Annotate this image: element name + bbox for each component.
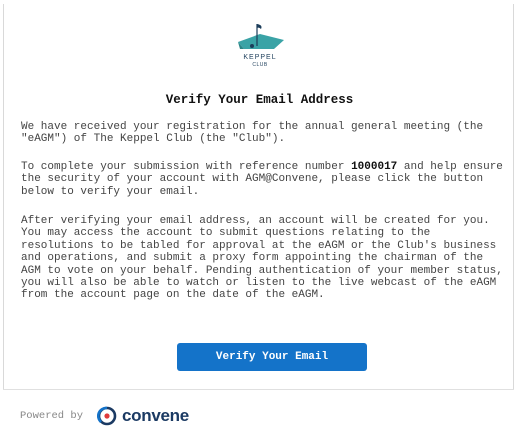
convene-logo-icon xyxy=(97,406,117,426)
convene-brand-text: convene xyxy=(122,406,189,425)
convene-brand[interactable]: convene xyxy=(97,406,189,426)
keppel-club-logo: KEPPEL CLUB xyxy=(238,24,284,68)
footer-divider xyxy=(3,389,514,390)
verify-email-button[interactable]: Verify Your Email xyxy=(177,343,367,371)
powered-by-label: Powered by xyxy=(20,410,84,422)
logo-line2: CLUB xyxy=(252,62,268,68)
logo-line1: KEPPEL xyxy=(243,54,276,61)
account-info-paragraph: After verifying your email address, an a… xyxy=(21,215,503,302)
email-heading: Verify Your Email Address xyxy=(165,93,354,107)
instruction-prefix: To complete your submission with referen… xyxy=(21,161,352,173)
email-card: KEPPEL CLUB Verify Your Email Address We… xyxy=(3,4,514,389)
intro-paragraph: We have received your registration for t… xyxy=(21,121,484,146)
instruction-paragraph: To complete your submission with referen… xyxy=(21,161,509,198)
footer: Powered by convene xyxy=(20,405,189,427)
golf-flag-icon xyxy=(238,24,284,49)
reference-number: 1000017 xyxy=(351,161,398,173)
